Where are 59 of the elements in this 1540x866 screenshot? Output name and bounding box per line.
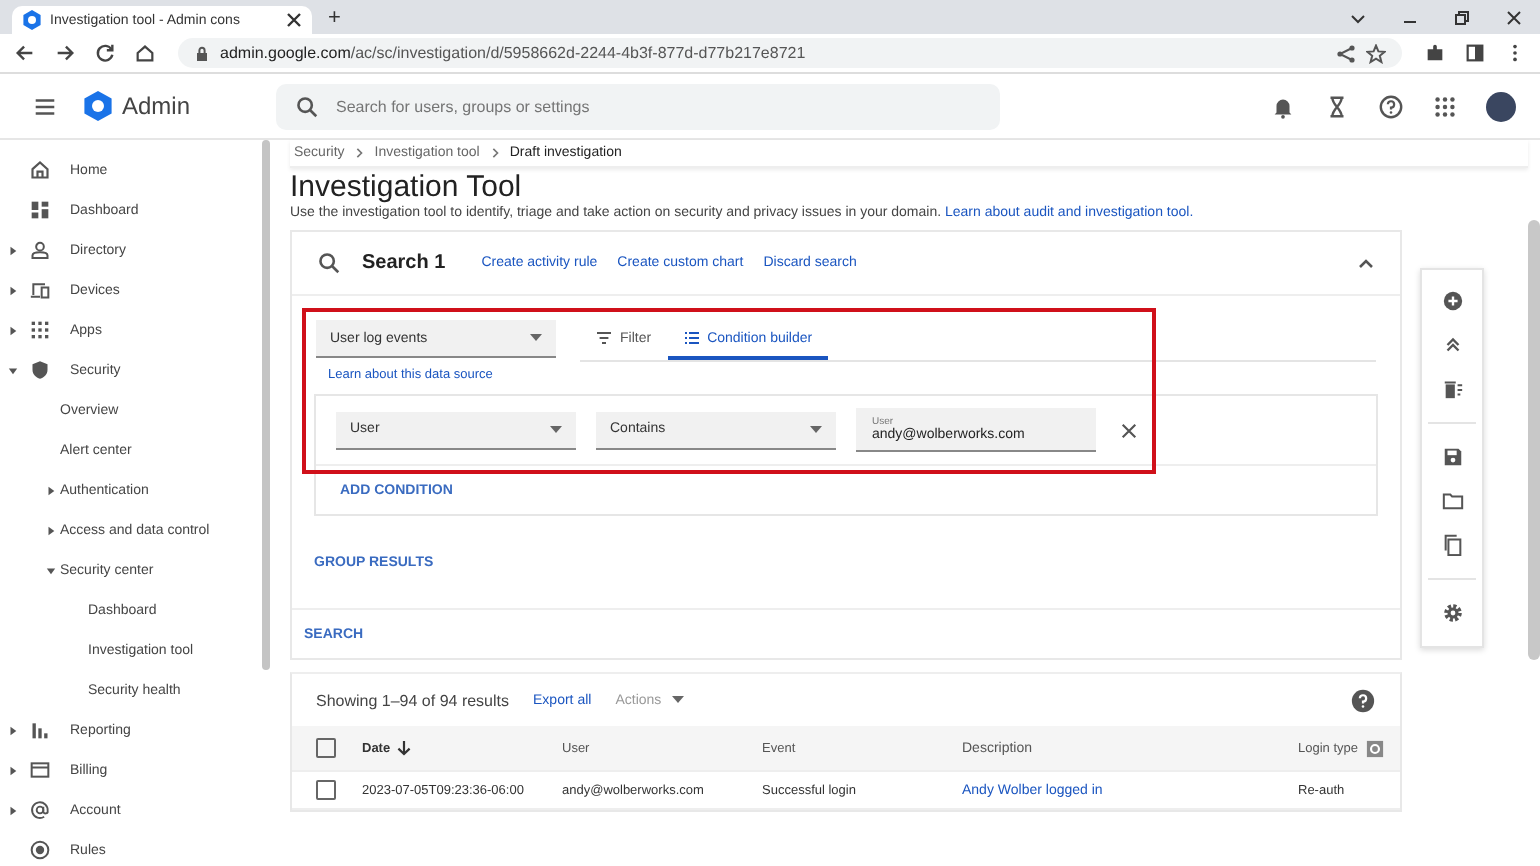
forward-arrow-icon[interactable] [54,42,76,64]
chevron-right-icon [354,146,365,160]
hexagon-logo-icon [82,90,114,122]
row-checkbox[interactable] [316,780,336,800]
share-icon[interactable] [1336,43,1356,63]
scrollbar-thumb[interactable] [1528,220,1540,660]
scrollbar-thumb[interactable] [262,140,270,670]
restore-icon[interactable] [1452,8,1472,28]
new-tab-button[interactable]: + [328,6,341,30]
at-icon [30,800,50,820]
puzzle-icon[interactable] [1424,42,1446,64]
close-icon[interactable] [1120,421,1138,439]
dropdown-arrow-icon [810,425,822,433]
side-panel-icon[interactable] [1464,42,1486,64]
person-icon [30,240,50,260]
search-field[interactable]: Search for users, groups or settings [276,83,1000,129]
search-title: Search 1 [362,252,446,274]
home-icon [30,160,50,180]
apps-icon [30,320,50,340]
dropdown-arrow-icon [530,334,542,342]
page-title: Investigation Tool [290,170,524,204]
bars-icon [30,720,50,740]
results-summary: Showing 1–94 of 94 results [316,691,510,709]
save-icon[interactable] [1441,446,1463,468]
product-name: Admin [122,92,193,120]
help-icon[interactable] [1378,93,1404,119]
close-icon[interactable] [286,12,302,28]
search-icon [316,250,342,276]
lock-icon [194,45,210,61]
filter-icon [596,330,612,346]
list-icon [683,330,700,346]
help-icon[interactable] [1350,687,1376,713]
apps-grid-icon[interactable] [1432,93,1458,119]
close-icon[interactable] [1504,8,1524,28]
dropdown-arrow-icon [550,425,562,433]
search-icon [294,93,320,119]
avatar[interactable] [1486,91,1516,121]
rules-icon [30,840,50,860]
folder-icon[interactable] [1441,490,1463,512]
star-icon[interactable] [1366,43,1386,63]
menu-icon[interactable] [32,93,58,119]
copy-icon[interactable] [1441,534,1463,556]
home-icon[interactable] [134,42,156,64]
add-circle-icon[interactable] [1441,290,1463,312]
devices-icon [30,280,50,300]
dashboard-icon [30,200,50,220]
sort-arrow-icon [396,740,413,756]
shield-icon [30,360,50,380]
double-chevron-up-icon[interactable] [1441,334,1463,356]
back-arrow-icon[interactable] [14,42,36,64]
url-text: admin.google.com/ac/sc/investigation/d/5958662d-2244-4b3f-877d-d77b217e8721 [220,44,806,62]
reload-icon[interactable] [94,42,116,64]
chevron-right-icon [489,146,500,160]
card-icon [30,760,50,780]
clear-list-icon[interactable] [1441,378,1463,400]
select-all-checkbox[interactable] [316,738,336,758]
hexagon-logo-icon [22,10,42,30]
dropdown-arrow-icon [671,696,684,704]
address-bar[interactable]: admin.google.com/ac/sc/investigation/d/5958662d-2244-4b3f-877d-d77b217e8721 [178,38,1402,68]
